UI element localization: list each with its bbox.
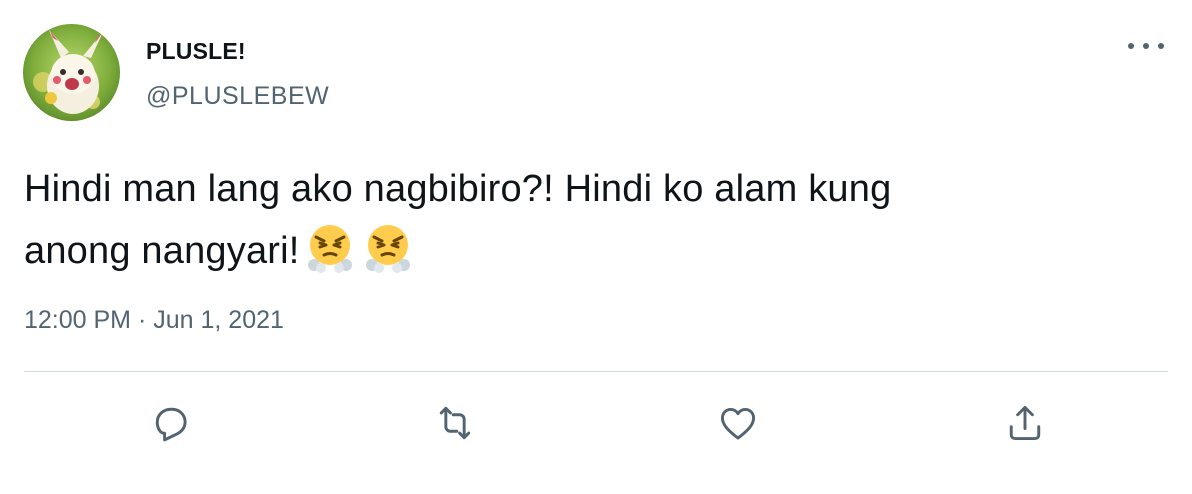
tweet-text-line-2-words: anong nangyari! xyxy=(24,230,300,272)
timestamp-separator: · xyxy=(137,306,147,334)
like-button[interactable] xyxy=(713,398,763,448)
tweet-time: 12:00 PM xyxy=(24,306,132,334)
share-icon xyxy=(1009,405,1041,441)
face-with-steam-from-nose-icon xyxy=(302,221,358,277)
reply-button[interactable] xyxy=(146,398,196,448)
retweet-button[interactable] xyxy=(430,398,480,448)
tweet-text-line-2: anong nangyari! xyxy=(24,220,1124,282)
share-button[interactable] xyxy=(1000,398,1050,448)
tweet-date: Jun 1, 2021 xyxy=(153,306,284,334)
avatar[interactable] xyxy=(23,24,120,121)
tweet-timestamp[interactable]: 12:00 PM · Jun 1, 2021 xyxy=(24,306,284,335)
display-name[interactable]: PLUSLE! xyxy=(146,38,246,65)
heart-icon xyxy=(720,407,756,440)
tweet-card: PLUSLE! @PLUSLEBEW Hindi man lang ako na… xyxy=(0,0,1192,494)
divider xyxy=(24,371,1168,372)
face-with-steam-from-nose-icon xyxy=(360,221,416,277)
tweet-text: Hindi man lang ako nagbibiro?! Hindi ko … xyxy=(24,158,1124,282)
tweet-text-line-1: Hindi man lang ako nagbibiro?! Hindi ko … xyxy=(24,168,892,210)
user-handle[interactable]: @PLUSLEBEW xyxy=(146,82,329,111)
reply-icon xyxy=(155,407,187,442)
retweet-icon xyxy=(439,406,471,440)
more-horizontal-icon[interactable] xyxy=(1128,34,1164,58)
